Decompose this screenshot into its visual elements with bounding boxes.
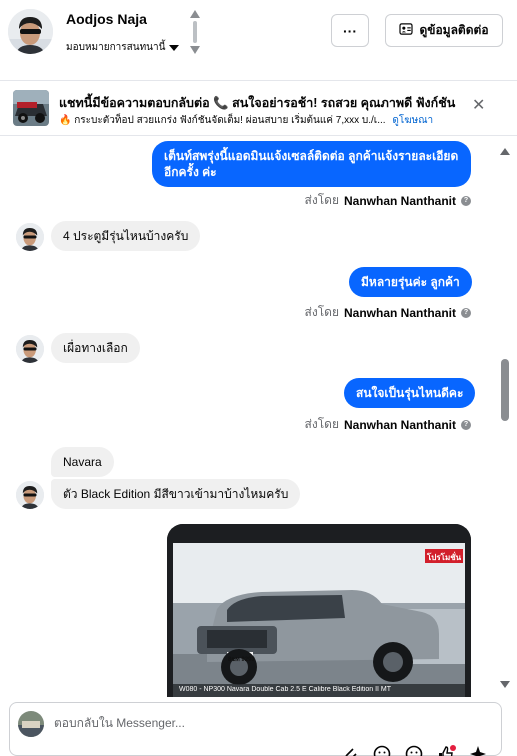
- contact-avatar-small: [16, 335, 44, 363]
- notification-dot: [450, 745, 456, 751]
- sparkle-icon[interactable]: [468, 745, 488, 756]
- sent-by-prefix: ส่งโดย: [304, 193, 339, 207]
- sticker-icon[interactable]: [404, 745, 424, 756]
- info-icon[interactable]: ?: [461, 195, 471, 206]
- sender-name: Nanwhan Nanthanit: [343, 305, 456, 320]
- scrollbar-thumb[interactable]: [501, 359, 509, 421]
- chevron-down-icon: [169, 44, 180, 51]
- assign-label: มอบหมายการสนทนานี้: [66, 42, 166, 53]
- incoming-message[interactable]: Navara: [51, 447, 114, 477]
- scroll-down-arrow[interactable]: [500, 681, 510, 688]
- conversation-header: Aodjos Naja มอบหมายการสนทนานี้ ··· ดูข้อ…: [0, 0, 517, 72]
- promo-tag: โปรโมชั่น: [427, 553, 462, 562]
- info-icon[interactable]: ?: [461, 307, 471, 318]
- close-icon[interactable]: ✕: [472, 98, 485, 114]
- contact-card-icon: [399, 23, 414, 38]
- info-icon[interactable]: ?: [461, 419, 471, 430]
- incoming-message[interactable]: ตัว Black Edition มีสีขาวเข้ามาบ้างไหมคร…: [51, 479, 301, 509]
- reply-input[interactable]: [54, 716, 354, 730]
- contact-avatar-small: [16, 481, 44, 509]
- ad-title: แชทนี้มีข้อความตอบกลับต่อ 📞 สนใจอย่ารอช้…: [59, 96, 456, 110]
- sender-name: Nanwhan Nanthanit: [343, 417, 456, 432]
- page-avatar: [18, 711, 44, 737]
- sent-by-label: ส่งโดย Nanwhan Nanthanit ?: [305, 415, 471, 434]
- outgoing-message[interactable]: มีหลายรุ่นค่ะ ลูกค้า: [349, 267, 472, 297]
- sent-by-prefix: ส่งโดย: [304, 305, 339, 319]
- assign-conversation-dropdown[interactable]: มอบหมายการสนทนานี้: [66, 40, 180, 55]
- reply-composer: [9, 702, 502, 756]
- contact-avatar-small: [16, 223, 44, 251]
- scroll-up-arrow[interactable]: [500, 148, 510, 155]
- ad-thumbnail: [13, 90, 49, 126]
- more-icon: ···: [343, 22, 357, 39]
- incoming-message[interactable]: เผื่อทางเลือก: [51, 333, 140, 363]
- sent-by-prefix: ส่งโดย: [304, 417, 339, 431]
- license-plate: 8ฆท 9293: [228, 657, 255, 663]
- contact-name: Aodjos Naja: [66, 11, 147, 27]
- outgoing-message[interactable]: สนใจเป็นรุ่นไหนดีคะ: [344, 378, 476, 408]
- contact-avatar[interactable]: [8, 9, 53, 54]
- sender-name: Nanwhan Nanthanit: [343, 193, 456, 208]
- ad-description: 🔥 กระบะตัวท็อป สวยแกร่ง ฟังก์ชันจัดเต็ม!…: [59, 115, 386, 126]
- paperclip-icon[interactable]: [340, 745, 360, 756]
- sent-by-label: ส่งโดย Nanwhan Nanthanit ?: [305, 303, 471, 322]
- header-scroll-arrows[interactable]: [189, 9, 201, 55]
- car-photo: [167, 524, 471, 697]
- view-ad-link[interactable]: ดูโฆษณา: [392, 115, 433, 126]
- incoming-message[interactable]: 4 ประตูมีรุ่นไหนบ้างครับ: [51, 221, 201, 251]
- view-contact-button[interactable]: ดูข้อมูลติดต่อ: [385, 14, 503, 47]
- message-thread[interactable]: เต็นท์สพรุ่งนี้แอดมินแจ้งเซลล์ติดต่อ ลูก…: [0, 137, 517, 697]
- ad-reply-banner: แชทนี้มีข้อความตอบกลับต่อ 📞 สนใจอย่ารอช้…: [0, 80, 517, 136]
- outgoing-message[interactable]: เต็นท์สพรุ่งนี้แอดมินแจ้งเซลล์ติดต่อ ลูก…: [152, 141, 471, 187]
- photo-caption: W080 - NP300 Navara Double Cab 2.5 E Cal…: [179, 686, 392, 693]
- emoji-icon[interactable]: [372, 745, 392, 756]
- composer-toolbar: [340, 745, 488, 756]
- thumbs-up-icon[interactable]: [436, 745, 456, 756]
- more-options-button[interactable]: ···: [331, 14, 369, 47]
- view-contact-label: ดูข้อมูลติดต่อ: [419, 23, 489, 37]
- sent-by-label: ส่งโดย Nanwhan Nanthanit ?: [305, 191, 471, 210]
- ad-text: 🔥 กระบะตัวท็อป สวยแกร่ง ฟังก์ชันจัดเต็ม!…: [59, 113, 459, 128]
- image-message[interactable]: โปรโมชั่น 8ฆท 9293 W080 - NP300 Navara D…: [167, 524, 471, 697]
